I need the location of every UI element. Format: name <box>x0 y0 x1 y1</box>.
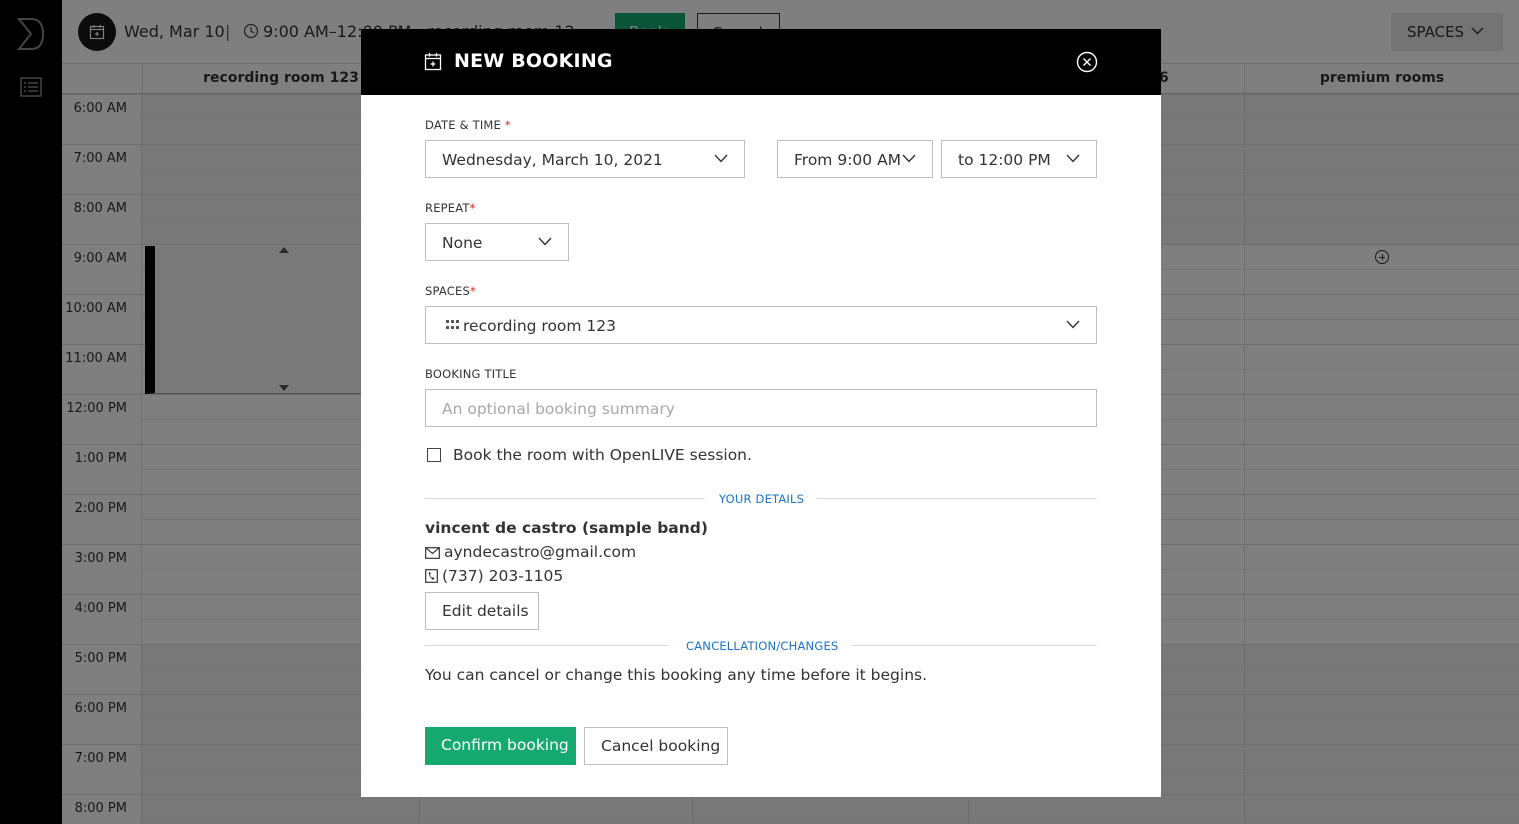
new-booking-modal: NEW BOOKING DATE & TIME * Wednesday, Mar… <box>361 29 1161 797</box>
openlive-checkbox[interactable] <box>427 448 441 462</box>
your-details-heading: YOUR DETAILS <box>719 492 805 506</box>
user-phone: (737) 203-1105 <box>425 567 563 585</box>
cancellation-heading: CANCELLATION/CHANGES <box>686 639 839 653</box>
grid-icon <box>446 320 459 329</box>
required-mark: * <box>504 118 511 132</box>
date-time-label: DATE & TIME * <box>425 118 511 132</box>
to-time-value: to 12:00 PM <box>958 151 1051 169</box>
required-mark: * <box>469 284 476 298</box>
spaces-label-text: SPACES <box>425 284 470 298</box>
spaces-label: SPACES* <box>425 284 476 298</box>
user-email-text: ayndecastro@gmail.com <box>444 543 637 561</box>
divider-line <box>425 645 669 646</box>
calendar-icon <box>424 53 442 71</box>
divider-line <box>851 645 1097 646</box>
spaces-value: recording room 123 <box>463 317 617 335</box>
cancellation-note: You can cancel or change this booking an… <box>425 666 928 684</box>
chevron-down-icon <box>538 237 552 246</box>
required-mark: * <box>469 201 476 215</box>
repeat-label: REPEAT* <box>425 201 476 215</box>
phone-icon <box>425 569 438 583</box>
from-time-value: From 9:00 AM <box>794 151 902 169</box>
repeat-label-text: REPEAT <box>425 201 470 215</box>
divider-line <box>817 498 1097 499</box>
chevron-down-icon <box>1066 154 1080 163</box>
to-time-select[interactable]: to 12:00 PM <box>941 140 1097 178</box>
cancel-booking-button[interactable]: Cancel booking <box>584 727 728 765</box>
close-icon[interactable] <box>1076 51 1098 73</box>
modal-title: NEW BOOKING <box>454 50 613 72</box>
chevron-down-icon <box>714 154 728 163</box>
envelope-icon <box>425 547 440 559</box>
repeat-select[interactable]: None <box>425 223 569 261</box>
date-select[interactable]: Wednesday, March 10, 2021 <box>425 140 745 178</box>
modal-header: NEW BOOKING <box>361 29 1161 95</box>
booking-title-label: BOOKING TITLE <box>425 367 517 381</box>
chevron-down-icon <box>902 154 916 163</box>
chevron-down-icon <box>1066 320 1080 329</box>
user-email: ayndecastro@gmail.com <box>425 543 636 561</box>
repeat-value: None <box>442 234 483 252</box>
date-time-label-text: DATE & TIME <box>425 118 502 132</box>
from-time-select[interactable]: From 9:00 AM <box>777 140 933 178</box>
openlive-checkbox-label[interactable]: Book the room with OpenLIVE session. <box>453 446 752 464</box>
confirm-booking-button[interactable]: Confirm booking <box>425 727 576 765</box>
booking-title-input[interactable]: An optional booking summary <box>425 389 1097 427</box>
edit-details-button[interactable]: Edit details <box>425 592 539 630</box>
divider-line <box>425 498 705 499</box>
spaces-select[interactable]: recording room 123 <box>425 306 1097 344</box>
user-phone-text: (737) 203-1105 <box>442 567 564 585</box>
date-value: Wednesday, March 10, 2021 <box>442 151 663 169</box>
user-name: vincent de castro (sample band) <box>425 519 708 537</box>
